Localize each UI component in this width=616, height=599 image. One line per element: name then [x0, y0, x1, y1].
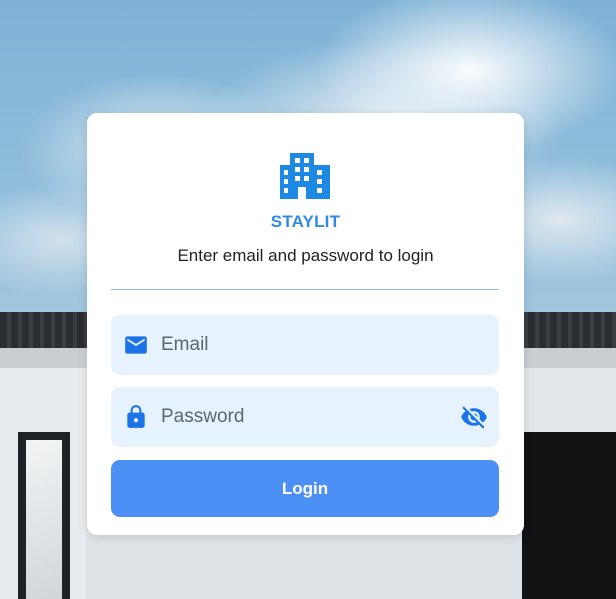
password-field[interactable]: Password [111, 387, 499, 447]
login-button[interactable]: Login [111, 460, 499, 517]
divider [111, 289, 499, 290]
building-window-right [522, 432, 616, 599]
login-subtitle: Enter email and password to login [177, 246, 434, 265]
password-placeholder: Password [161, 406, 245, 427]
eye-off-icon[interactable] [459, 403, 489, 431]
building-icon [280, 153, 330, 199]
lock-icon [127, 405, 145, 428]
email-field[interactable]: Email [111, 315, 499, 375]
login-card: STAYLIT Enter email and password to logi… [87, 113, 524, 535]
email-placeholder: Email [161, 334, 209, 355]
mail-icon [125, 336, 147, 354]
brand-name: STAYLIT [270, 212, 341, 231]
building-window-left [18, 432, 70, 599]
